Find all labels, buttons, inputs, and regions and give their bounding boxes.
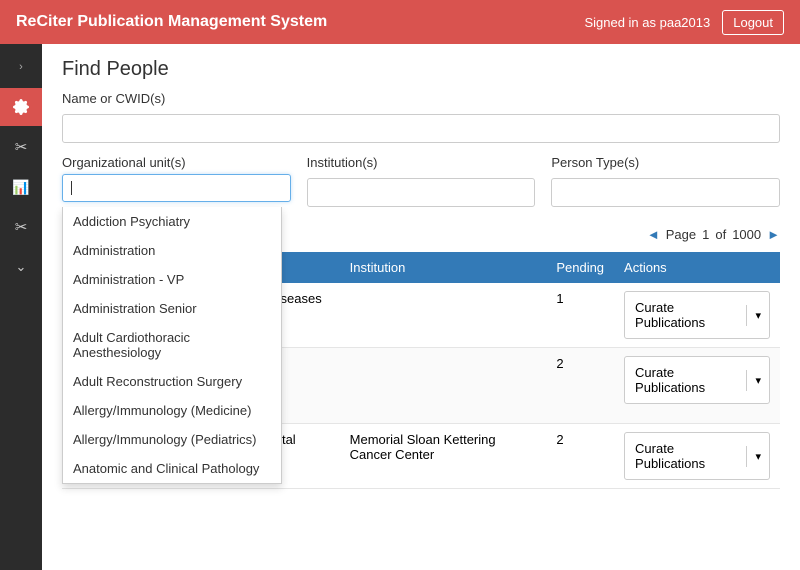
curate-publications-button[interactable]: Curate Publications ▾ [624,432,770,480]
actions-cell: Curate Publications ▾ [614,424,780,489]
curate-btn-dropdown-arrow[interactable]: ▾ [746,305,769,326]
prev-page-button[interactable]: ◄ [647,227,660,242]
next-page-button[interactable]: ► [767,227,780,242]
header-right: Signed in as paa2013 Logout [584,10,784,35]
institution-cell [340,283,547,348]
page-total: 1000 [732,227,761,242]
curate-publications-button[interactable]: Curate Publications ▾ [624,356,770,404]
person-type-field-col: Person Type(s) [551,155,780,207]
org-dropdown: Addiction Psychiatry Administration Admi… [62,207,282,484]
sidebar-item-settings[interactable] [0,88,42,126]
scissors-icon: ✂ [15,138,28,156]
name-field-label: Name or CWID(s) [62,91,780,106]
curate-btn-label: Curate Publications [625,361,746,399]
dropdown-item-adult-recon[interactable]: Adult Reconstruction Surgery [63,367,281,396]
org-input-wrapper[interactable] [62,174,291,202]
dropdown-item-administration[interactable]: Administration [63,236,281,265]
col-header-institution: Institution [340,252,547,283]
org-field-col: Organizational unit(s) Addiction Psychia… [62,155,291,207]
dropdown-item-adult-cardio[interactable]: Adult Cardiothoracic Anesthesiology [63,323,281,367]
person-type-field-label: Person Type(s) [551,155,780,170]
page-current: 1 [702,227,709,242]
header: ReCiter Publication Management System Si… [0,0,800,44]
institution-field-label: Institution(s) [307,155,536,170]
institution-cell: Memorial Sloan Kettering Cancer Center [340,424,547,489]
page-title: Find People [42,44,800,91]
page-of: of [715,227,726,242]
institution-field-col: Institution(s) [307,155,536,207]
row-fields: Organizational unit(s) Addiction Psychia… [62,155,780,207]
name-field-group: Name or CWID(s) [62,91,780,143]
curate-btn-label: Curate Publications [625,296,746,334]
body-layout: › ✂ 📊 ✂ ⌄ Find People Name or CWID(s) [0,44,800,570]
pagination: ◄ Page 1 of 1000 ► [647,227,780,242]
org-field-label: Organizational unit(s) [62,155,291,170]
sidebar-expand[interactable]: › [0,48,42,86]
institution-cell [340,348,547,424]
signed-in-text: Signed in as paa2013 [584,15,710,30]
dropdown-item-allergy-med[interactable]: Allergy/Immunology (Medicine) [63,396,281,425]
dropdown-item-addiction[interactable]: Addiction Psychiatry [63,207,281,236]
sidebar-item-scissors[interactable]: ✂ [0,128,42,166]
pending-cell: 2 [546,424,614,489]
gear-icon [13,99,29,115]
name-input[interactable] [62,114,780,143]
dropdown-item-admin-senior[interactable]: Administration Senior [63,294,281,323]
pending-cell: 2 [546,348,614,424]
main-content: Find People Name or CWID(s) Organization… [42,44,800,570]
curate-publications-button[interactable]: Curate Publications ▾ [624,291,770,339]
actions-cell: Curate Publications ▾ [614,348,780,424]
form-area: Name or CWID(s) Organizational unit(s) A… [42,91,800,207]
sidebar: › ✂ 📊 ✂ ⌄ [0,44,42,570]
logout-button[interactable]: Logout [722,10,784,35]
curate-btn-dropdown-arrow[interactable]: ▾ [746,370,769,391]
col-header-pending: Pending [546,252,614,283]
institution-input[interactable] [307,178,536,207]
sidebar-item-chart[interactable]: 📊 [0,168,42,206]
sidebar-item-tools[interactable]: ✂ [0,208,42,246]
person-type-input[interactable] [551,178,780,207]
dropdown-item-admin-vp[interactable]: Administration - VP [63,265,281,294]
text-cursor [71,181,72,195]
col-header-actions: Actions [614,252,780,283]
tools-icon: ✂ [15,218,28,236]
curate-btn-label: Curate Publications [625,437,746,475]
sidebar-item-chevron[interactable]: ⌄ [0,248,42,286]
dropdown-item-anatomic[interactable]: Anatomic and Clinical Pathology [63,454,281,483]
app-title: ReCiter Publication Management System [16,13,327,31]
chevron-down-icon: ⌄ [16,259,27,275]
dropdown-item-allergy-peds[interactable]: Allergy/Immunology (Pediatrics) [63,425,281,454]
page-label: Page [666,227,696,242]
pending-cell: 1 [546,283,614,348]
chart-icon: 📊 [12,179,29,196]
curate-btn-dropdown-arrow[interactable]: ▾ [746,446,769,467]
actions-cell: Curate Publications ▾ [614,283,780,348]
